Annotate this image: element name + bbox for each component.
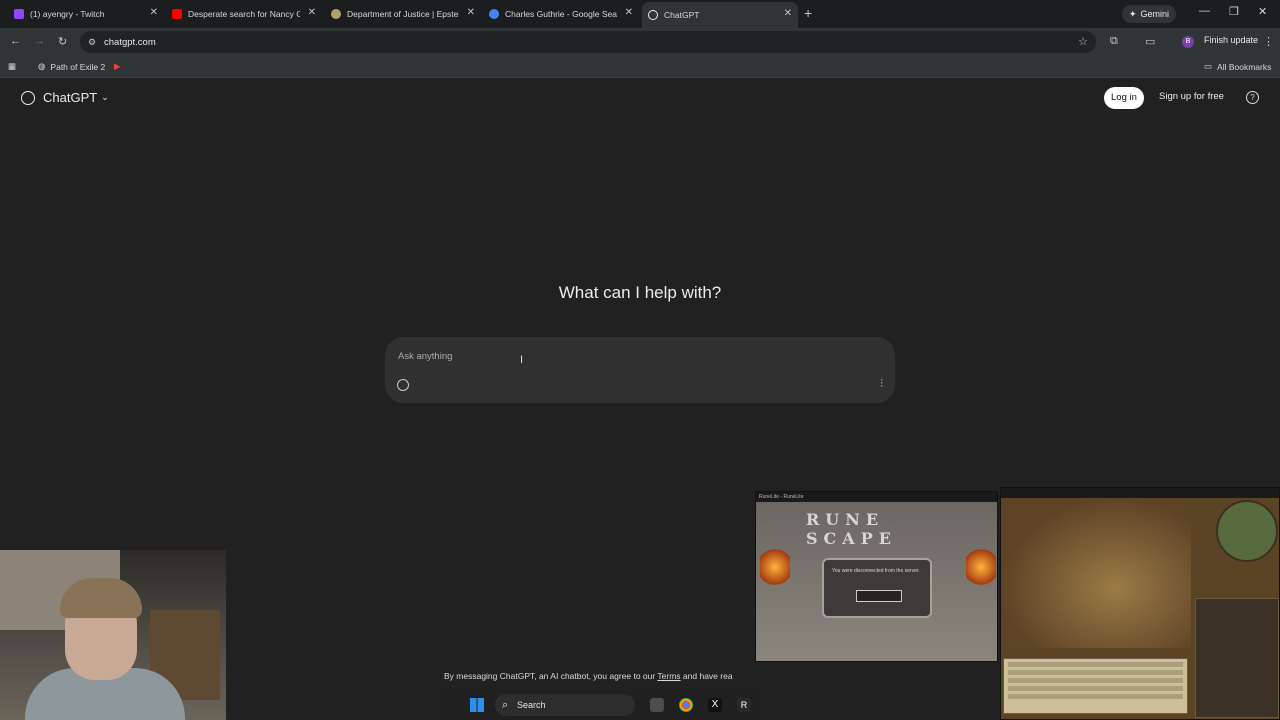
disclaimer-text: By messaging ChatGPT, an AI chatbot, you… [444, 671, 658, 681]
sparkle-icon: ✦ [1129, 8, 1137, 19]
composer[interactable]: Ask anything ⫶ [385, 337, 895, 403]
profile-avatar[interactable]: B [1182, 36, 1194, 48]
tab-title: (1) ayengry - Twitch [30, 9, 105, 19]
runelite-window-login[interactable]: RuneLite - RuneLite RUNE SCAPE You were … [755, 491, 998, 662]
close-icon[interactable]: ✕ [308, 7, 316, 18]
voice-mode-icon[interactable]: ⫶ [880, 378, 883, 391]
login-button[interactable]: Log in [1104, 87, 1144, 109]
youtube-favicon-icon [172, 9, 182, 19]
gemini-label: Gemini [1140, 9, 1170, 19]
close-icon[interactable]: ✕ [784, 8, 792, 19]
game-chatbox[interactable] [1003, 658, 1188, 714]
bookmarks-bar: ▦ ◍ Path of Exile 2 ▶ ▭ All Bookmarks [0, 56, 1280, 78]
doj-favicon-icon [331, 9, 341, 19]
model-selector[interactable]: ChatGPT ⌄ [21, 90, 109, 105]
youtube-bookmark-icon[interactable]: ▶ [114, 61, 121, 72]
task-view-icon[interactable] [650, 698, 664, 712]
tab-title: Charles Guthrie - Google Searc [505, 9, 617, 19]
twitch-favicon-icon [14, 9, 24, 19]
browser-tab-strip: (1) ayengry - Twitch ✕ Desperate search … [0, 0, 1280, 28]
globe-icon: ◍ [38, 61, 46, 71]
ok-button[interactable] [856, 590, 902, 602]
restore-icon[interactable]: ❐ [1229, 5, 1239, 18]
tab-title: Desperate search for Nancy Gu [188, 9, 300, 19]
tab-title: Department of Justice | Epstein [347, 9, 459, 19]
gemini-button[interactable]: ✦ Gemini [1122, 5, 1177, 23]
runescape-logo: RUNE SCAPE [806, 510, 897, 548]
minimize-icon[interactable]: — [1199, 5, 1210, 17]
runelite-window-gameplay[interactable] [1000, 487, 1280, 720]
disclaimer-text-end: and have rea [680, 671, 733, 681]
disconnect-dialog: You were disconnected from the server. [822, 558, 932, 618]
google-favicon-icon [489, 9, 499, 19]
webcam-person-hair [60, 578, 142, 618]
forward-icon[interactable]: → [34, 35, 45, 47]
chevron-down-icon: ⌄ [101, 92, 109, 102]
tab-twitch[interactable]: (1) ayengry - Twitch ✕ [8, 4, 164, 24]
minimap[interactable] [1216, 500, 1278, 562]
terms-link[interactable]: Terms [657, 671, 680, 681]
torch-fire-icon [966, 547, 996, 587]
tab-chatgpt[interactable]: ChatGPT ✕ [642, 2, 798, 28]
close-icon[interactable]: ✕ [467, 7, 475, 18]
browser-toolbar: ← → ↻ ⚙ chatgpt.com ☆ ⧉ ▭ ⋮ [0, 28, 1280, 56]
game-world-view[interactable] [1001, 498, 1191, 648]
extensions-icon[interactable]: ⧉ [1110, 35, 1118, 48]
composer-input[interactable]: Ask anything [398, 351, 452, 362]
window-close-icon[interactable]: ✕ [1258, 5, 1267, 18]
back-icon[interactable]: ← [10, 35, 21, 47]
new-tab-button[interactable]: + [804, 5, 812, 21]
signup-button[interactable]: Sign up for free [1159, 91, 1224, 102]
all-bookmarks-label: All Bookmarks [1217, 61, 1272, 72]
site-info-icon[interactable]: ⚙ [88, 37, 98, 48]
x-app-icon[interactable]: X [708, 698, 722, 712]
all-bookmarks[interactable]: ▭ All Bookmarks [1204, 61, 1271, 72]
inventory-panel[interactable] [1195, 598, 1279, 718]
address-bar[interactable]: ⚙ chatgpt.com ☆ [80, 31, 1096, 53]
openai-logo-icon [21, 90, 35, 105]
game-window-titlebar [1001, 488, 1279, 498]
webcam-overlay [0, 550, 226, 720]
page-headline: What can I help with? [558, 283, 722, 302]
tab-google[interactable]: Charles Guthrie - Google Searc ✕ [483, 4, 639, 24]
tab-doj[interactable]: Department of Justice | Epstein ✕ [325, 4, 481, 24]
game-window-titlebar: RuneLite - RuneLite [756, 492, 997, 502]
menu-kebab-icon[interactable]: ⋮ [1263, 35, 1274, 48]
windows-start-icon[interactable] [470, 698, 484, 712]
bookmark-path-of-exile[interactable]: ◍ Path of Exile 2 [38, 61, 105, 72]
taskbar-search[interactable]: Search [495, 694, 635, 716]
disconnect-message: You were disconnected from the server. [832, 568, 920, 574]
tab-title: ChatGPT [664, 10, 700, 20]
text-cursor-icon: I [520, 354, 524, 366]
torch-fire-icon [760, 547, 790, 587]
taskbar: Search X R [440, 690, 755, 720]
cast-icon[interactable]: ▭ [1145, 35, 1155, 48]
attach-icon[interactable] [397, 379, 409, 391]
close-icon[interactable]: ✕ [625, 7, 633, 18]
folder-icon: ▭ [1204, 61, 1213, 71]
apps-grid-icon[interactable]: ▦ [8, 61, 16, 72]
chatgpt-favicon-icon [648, 10, 658, 20]
bookmark-star-icon[interactable]: ☆ [1078, 35, 1088, 48]
reload-icon[interactable]: ↻ [58, 35, 67, 48]
app-icon[interactable]: R [737, 698, 751, 712]
finish-update-button[interactable]: Finish update [1204, 35, 1258, 45]
bookmark-label: Path of Exile 2 [50, 61, 106, 72]
close-icon[interactable]: ✕ [150, 7, 158, 18]
url-text: chatgpt.com [104, 36, 156, 48]
terms-disclaimer: By messaging ChatGPT, an AI chatbot, you… [444, 671, 733, 681]
help-icon[interactable]: ? [1246, 91, 1259, 104]
brand-name: ChatGPT [43, 90, 98, 105]
tab-youtube[interactable]: Desperate search for Nancy Gu ✕ [166, 4, 322, 24]
chrome-icon[interactable] [679, 698, 693, 712]
